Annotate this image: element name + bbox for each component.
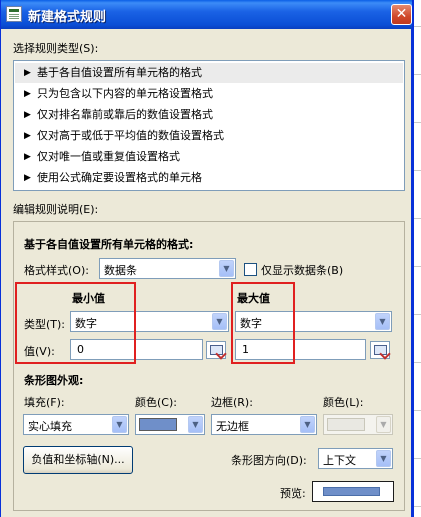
chevron-down-icon: ▼ <box>219 260 234 277</box>
chevron-down-icon: ▼ <box>376 450 391 467</box>
border-value: 无边框 <box>216 420 249 433</box>
rule-type-label: 只为包含以下内容的单元格设置格式 <box>37 87 213 100</box>
rule-type-item[interactable]: ▶ 仅对高于或低于平均值的数值设置格式 <box>15 126 403 146</box>
rule-type-label: 基于各自值设置所有单元格的格式 <box>37 66 202 79</box>
bullet-arrow-icon: ▶ <box>24 131 31 141</box>
preview-box <box>312 481 394 502</box>
bullet-arrow-icon: ▶ <box>24 173 31 183</box>
border-label: 边框(R): <box>211 396 253 409</box>
chevron-down-icon: ▼ <box>212 313 227 330</box>
highlight-box-maximum <box>231 282 295 364</box>
fill-select[interactable]: 实心填充 ▼ <box>23 414 129 435</box>
select-rule-type-label: 选择规则类型(S): <box>13 42 99 55</box>
color-label: 颜色(C): <box>135 396 177 409</box>
bullet-arrow-icon: ▶ <box>24 89 31 99</box>
bar-appearance-label: 条形图外观: <box>24 374 84 387</box>
rule-type-list[interactable]: ▶ 基于各自值设置所有单元格的格式 ▶ 只为包含以下内容的单元格设置格式 ▶ 仅… <box>13 60 405 191</box>
highlight-box-minimum <box>15 282 136 364</box>
new-format-rule-dialog: 新建格式规则 ✕ 选择规则类型(S): ▶ 基于各自值设置所有单元格的格式 ▶ … <box>0 0 414 517</box>
worksheet-background <box>414 0 421 517</box>
rule-type-item[interactable]: ▶ 基于各自值设置所有单元格的格式 <box>15 63 403 83</box>
color-swatch <box>139 418 177 431</box>
bar-direction-select[interactable]: 上下文 ▼ <box>318 448 393 469</box>
close-button[interactable]: ✕ <box>391 4 412 25</box>
bullet-arrow-icon: ▶ <box>24 68 31 78</box>
range-picker-icon[interactable] <box>370 341 390 359</box>
direction-label: 条形图方向(D): <box>231 454 307 467</box>
rule-type-item[interactable]: ▶ 仅对排名靠前或靠后的数值设置格式 <box>15 105 403 125</box>
chevron-down-icon: ▼ <box>300 416 315 433</box>
rule-type-item[interactable]: ▶ 使用公式确定要设置格式的单元格 <box>15 168 403 188</box>
color-swatch <box>327 418 365 431</box>
fill-label: 填充(F): <box>24 396 65 409</box>
title-bar[interactable]: 新建格式规则 ✕ <box>1 0 412 29</box>
rule-type-label: 仅对排名靠前或靠后的数值设置格式 <box>37 108 213 121</box>
rule-type-label: 仅对高于或低于平均值的数值设置格式 <box>37 129 224 142</box>
preview-data-bar <box>323 487 380 496</box>
chevron-down-icon: ▼ <box>188 416 203 433</box>
chevron-down-icon: ▼ <box>375 313 390 330</box>
range-picker-icon[interactable] <box>206 341 226 359</box>
fill-value: 实心填充 <box>28 420 72 433</box>
border-select[interactable]: 无边框 ▼ <box>211 414 317 435</box>
show-bar-only-label: 仅显示数据条(B) <box>261 264 344 277</box>
format-style-select[interactable]: 数据条 ▼ <box>99 258 236 279</box>
edit-rule-label: 编辑规则说明(E): <box>13 203 99 216</box>
bullet-arrow-icon: ▶ <box>24 152 31 162</box>
format-style-value: 数据条 <box>104 264 137 277</box>
rule-type-label: 仅对唯一值或重复值设置格式 <box>37 150 180 163</box>
format-style-label: 格式样式(O): <box>24 264 89 277</box>
spreadsheet-icon <box>6 6 22 22</box>
preview-label: 预览: <box>280 487 306 500</box>
rule-type-label: 使用公式确定要设置格式的单元格 <box>37 171 202 184</box>
show-bar-only-checkbox[interactable] <box>244 263 257 276</box>
bullet-arrow-icon: ▶ <box>24 110 31 120</box>
fill-color-select[interactable]: ▼ <box>135 414 205 435</box>
border-color-select[interactable]: ▼ <box>323 414 393 435</box>
rule-description-heading: 基于各自值设置所有单元格的格式: <box>24 238 194 251</box>
border-color-label: 颜色(L): <box>323 396 364 409</box>
bar-direction-value: 上下文 <box>323 454 356 467</box>
rule-type-item[interactable]: ▶ 仅对唯一值或重复值设置格式 <box>15 147 403 167</box>
negative-value-axis-button[interactable]: 负值和坐标轴(N)... <box>23 446 133 474</box>
close-icon: ✕ <box>395 6 408 22</box>
rule-type-item[interactable]: ▶ 只为包含以下内容的单元格设置格式 <box>15 84 403 104</box>
chevron-down-icon: ▼ <box>112 416 127 433</box>
dialog-title: 新建格式规则 <box>28 10 107 25</box>
chevron-down-icon: ▼ <box>376 416 391 433</box>
